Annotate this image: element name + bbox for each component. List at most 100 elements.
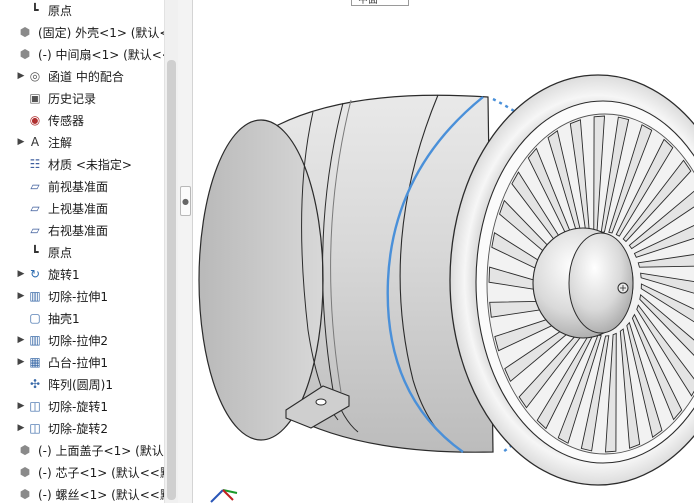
tree-item-label: 函道 中的配合 <box>48 69 124 84</box>
mates-icon: ◎ <box>29 69 41 83</box>
origin-icon: ┗ <box>31 245 39 259</box>
tree-item-label: (-) 中间扇<1> (默认<< <box>38 47 164 62</box>
tree-item[interactable]: ✣ 阵列(圆周)1 <box>16 373 113 395</box>
tree-item-label: 材质 <未指定> <box>48 157 132 172</box>
annotation-icon: A <box>30 135 40 149</box>
tree-item-label: (固定) 外壳<1> (默认< <box>38 25 164 40</box>
tree-item-label: 历史记录 <box>48 91 97 106</box>
tree-item-label: 阵列(圆周)1 <box>48 377 113 392</box>
triad-axis-indicator <box>210 489 238 503</box>
spinner-hub[interactable] <box>532 227 634 339</box>
shell-icon: ▢ <box>29 311 41 325</box>
tree-item[interactable]: ▶ ↻ 旋转1 <box>16 263 80 285</box>
panel-splitter[interactable]: ● <box>178 0 193 503</box>
scrollbar-thumb[interactable] <box>167 60 176 500</box>
tree-item[interactable]: ⬢ (固定) 外壳<1> (默认< <box>6 21 164 43</box>
cut-extrude-icon: ▥ <box>29 289 41 303</box>
cut-revolve-icon: ◫ <box>29 399 41 413</box>
tree-item[interactable]: ▶ ▥ 切除-拉伸1 <box>16 285 108 307</box>
tree-item-label: 旋转1 <box>48 267 80 282</box>
mount-tab-hole <box>315 398 327 406</box>
plane-icon: ▱ <box>30 201 40 215</box>
cut-revolve-icon: ◫ <box>29 421 41 435</box>
sensor-icon: ◉ <box>29 113 41 127</box>
tree-item-label: 切除-旋转2 <box>48 421 108 436</box>
tree-item[interactable]: ⬢ (-) 芯子<1> (默认<<默 <box>6 461 164 483</box>
part-icon: ⬢ <box>19 25 31 39</box>
tree-item-label: 原点 <box>48 3 73 18</box>
tree-item[interactable]: ▶ A 注解 <box>16 131 72 153</box>
plane-icon: ▱ <box>30 179 40 193</box>
expand-arrow-icon[interactable]: ▶ <box>16 263 26 285</box>
expand-arrow-icon[interactable]: ▶ <box>16 395 26 417</box>
circular-pattern-icon: ✣ <box>29 377 41 391</box>
revolve-icon: ↻ <box>29 267 41 281</box>
expand-arrow-icon[interactable]: ▶ <box>16 65 26 87</box>
tree-item[interactable]: ▱ 前视基准面 <box>16 175 108 197</box>
tree-item[interactable]: ⬢ (-) 上面盖子<1> (默认< <box>6 439 164 461</box>
part-icon: ⬢ <box>19 47 31 61</box>
tree-item[interactable]: ▶ ◫ 切除-旋转1 <box>16 395 108 417</box>
fan-housing-body[interactable] <box>198 94 494 453</box>
grip-dot-icon: ● <box>182 196 189 206</box>
tree-item-label: (-) 上面盖子<1> (默认< <box>38 443 164 458</box>
tree-item-label: 右视基准面 <box>48 223 109 238</box>
tree-item[interactable]: ▣ 历史记录 <box>16 87 96 109</box>
graphics-viewport[interactable]: 中面 <box>193 0 694 503</box>
tree-item[interactable]: ┗ 原点 <box>16 241 72 263</box>
tree-item[interactable]: ⬢ (-) 中间扇<1> (默认<< <box>6 43 164 65</box>
tree-item-label: 切除-拉伸1 <box>48 289 108 304</box>
tree-item[interactable]: ▶ ◫ 切除-旋转2 <box>16 417 108 439</box>
tree-item[interactable]: ⬢ (-) 螺丝<1> (默认<<默 <box>6 483 164 503</box>
tree-item[interactable]: ▱ 右视基准面 <box>16 219 108 241</box>
tree-item[interactable]: ☷ 材质 <未指定> <box>16 153 132 175</box>
tree-item-label: 原点 <box>48 245 73 260</box>
origin-icon: ┗ <box>31 3 39 17</box>
tree-item[interactable]: ▶ ▦ 凸台-拉伸1 <box>16 351 108 373</box>
expand-arrow-icon[interactable]: ▶ <box>16 417 26 439</box>
expand-arrow-icon[interactable]: ▶ <box>16 329 26 351</box>
tree-item-label: (-) 螺丝<1> (默认<<默 <box>38 487 164 502</box>
tree-item[interactable]: ◉ 传感器 <box>16 109 84 131</box>
feature-manager-tree: ┗ 原点 ⬢ (固定) 外壳<1> (默认< ⬢ (-) 中间扇<1> (默认<< ▶ ◎ 函道… <box>0 0 164 503</box>
tree-item-label: 注解 <box>48 135 73 150</box>
tree-item-label: 切除-拉伸2 <box>48 333 108 348</box>
tree-item-label: 传感器 <box>48 113 85 128</box>
collapse-panel-handle[interactable]: ● <box>180 186 191 216</box>
tree-item[interactable]: ▶ ◎ 函道 中的配合 <box>16 65 124 87</box>
expand-arrow-icon[interactable]: ▶ <box>16 351 26 373</box>
tree-item[interactable]: ▱ 上视基准面 <box>16 197 108 219</box>
tree-item[interactable]: ┗ 原点 <box>16 0 72 21</box>
tree-item[interactable]: ▶ ▥ 切除-拉伸2 <box>16 329 108 351</box>
tree-item-label: (-) 芯子<1> (默认<<默 <box>38 465 164 480</box>
part-icon: ⬢ <box>19 443 31 457</box>
tree-item-label: 凸台-拉伸1 <box>48 355 108 370</box>
expand-arrow-icon[interactable]: ▶ <box>16 131 26 153</box>
expand-arrow-icon[interactable]: ▶ <box>16 285 26 307</box>
tree-item-label: 前视基准面 <box>48 179 109 194</box>
boss-extrude-icon: ▦ <box>29 355 41 369</box>
ducted-fan-model[interactable] <box>193 0 694 503</box>
view-tab[interactable]: 中面 <box>351 0 409 6</box>
tree-item-label: 上视基准面 <box>48 201 109 216</box>
tree-item[interactable]: ▢ 抽壳1 <box>16 307 80 329</box>
tree-item-label: 切除-旋转1 <box>48 399 108 414</box>
material-icon: ☷ <box>29 157 41 171</box>
tree-scrollbar[interactable] <box>164 0 179 503</box>
part-icon: ⬢ <box>19 487 31 501</box>
tree-item-label: 抽壳1 <box>48 311 80 326</box>
part-icon: ⬢ <box>19 465 31 479</box>
